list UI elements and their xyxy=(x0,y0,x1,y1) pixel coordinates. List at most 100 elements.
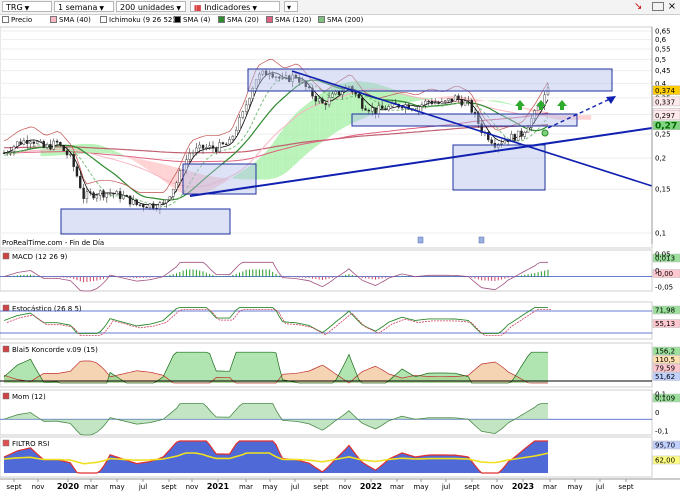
price-label: 0,27 xyxy=(652,120,680,131)
candle-body xyxy=(208,145,211,148)
panel-swatch xyxy=(2,252,10,260)
panel-label: Estocástico (26 8 5) xyxy=(2,304,82,313)
candle-body xyxy=(520,130,523,137)
panel-value-text: 51,62 xyxy=(655,373,675,381)
cloud-segment xyxy=(295,110,300,164)
panel-tick-label: 0 xyxy=(655,267,659,275)
panel-value: 156,2 xyxy=(652,346,680,356)
cloud-segment xyxy=(428,98,432,100)
candle-body xyxy=(2,152,6,154)
y-tick-label: 0,45 xyxy=(655,67,671,75)
candle-body xyxy=(244,104,248,112)
candle-body xyxy=(165,199,168,204)
candle-body xyxy=(231,135,235,140)
candle-body xyxy=(463,100,467,106)
candle-body xyxy=(138,204,142,206)
candle-body xyxy=(188,153,191,160)
panel-swatch xyxy=(2,439,10,447)
candle-body xyxy=(361,97,364,109)
price-label: 0,374 xyxy=(652,85,680,95)
cloud-segment xyxy=(581,115,585,120)
cloud-segment xyxy=(488,100,492,102)
panel-rsi: FILTRO RSI 95,70 62,00 xyxy=(0,436,680,478)
candle-body xyxy=(152,203,155,209)
candle-body xyxy=(75,166,79,177)
x-tick-label: mar xyxy=(543,483,557,491)
panel-value-text: 71,98 xyxy=(655,307,675,315)
candle-body xyxy=(89,191,92,193)
panel-swatch xyxy=(2,304,10,312)
candle-body xyxy=(225,143,228,145)
candle-body xyxy=(450,98,454,102)
cloud-segment xyxy=(286,120,290,173)
cloud-segment xyxy=(508,103,512,105)
candle-body xyxy=(440,101,444,104)
x-tick-label: 2023 xyxy=(512,482,534,491)
candle-body xyxy=(62,145,65,152)
cloud-segment xyxy=(322,90,326,142)
panel-value: 79,59 xyxy=(652,363,680,373)
cloud-segment xyxy=(146,160,150,172)
cloud-segment xyxy=(491,100,495,102)
y-tick-label: 0,25 xyxy=(655,131,671,139)
panel-tick-label: -0,1 xyxy=(655,428,669,436)
panel-swatch xyxy=(2,392,10,400)
candle-body xyxy=(158,202,162,210)
candle-body xyxy=(128,195,132,205)
panel-title: Blai5 Koncorde v.09 (15) xyxy=(12,346,98,354)
price-label: 0,337 xyxy=(652,96,680,106)
cloud-segment xyxy=(136,158,141,165)
y-tick-label: 0,65 xyxy=(655,28,671,36)
x-tick-label: 2022 xyxy=(360,482,382,491)
candle-body xyxy=(171,188,175,197)
panel-value: 62,00 xyxy=(652,455,680,465)
price-label-text: 0,337 xyxy=(655,98,675,106)
cloud-segment xyxy=(130,157,134,161)
candle-body xyxy=(118,191,122,199)
candle-body xyxy=(122,195,125,199)
x-tick-label: 2021 xyxy=(207,482,230,491)
panel-value-text: 156,2 xyxy=(655,348,675,356)
panel-label: Blai5 Koncorde v.09 (15) xyxy=(2,345,98,354)
candle-body xyxy=(178,170,182,184)
candle-body xyxy=(85,191,89,199)
candle-body xyxy=(92,192,95,199)
candle-body xyxy=(523,131,526,137)
candle-body xyxy=(35,141,39,144)
candle-body xyxy=(337,91,341,95)
support-box xyxy=(60,208,231,235)
candle-body xyxy=(6,152,9,154)
base-box xyxy=(452,144,546,191)
candle-body xyxy=(241,111,245,118)
candle-body xyxy=(42,141,46,148)
source-label: ProRealTime.com - Fin de Día xyxy=(2,239,104,247)
cloud-segment xyxy=(256,158,260,180)
candle-body xyxy=(370,107,374,112)
candle-body xyxy=(367,109,371,112)
cloud-segment xyxy=(150,161,154,174)
cloud-segment xyxy=(485,100,489,102)
candle-body xyxy=(9,151,12,153)
cloud-segment xyxy=(584,115,588,120)
candle-body xyxy=(327,96,331,106)
panel-macd: MACD (12 26 9) 0,013-0,000,050-0,05 xyxy=(0,249,680,292)
cloud-segment xyxy=(292,113,296,167)
candle-body xyxy=(59,142,62,146)
candle-body xyxy=(334,91,337,95)
cloud-segment xyxy=(269,143,273,180)
x-tick-label: may xyxy=(109,483,124,491)
cloud-segment xyxy=(498,100,502,103)
cloud-segment xyxy=(305,102,310,155)
candle-body xyxy=(443,100,447,102)
x-tick-label: jul xyxy=(290,483,299,491)
candle-body xyxy=(49,144,52,150)
candle-body xyxy=(357,93,361,99)
stoch-d-line xyxy=(6,309,551,336)
candle-body xyxy=(105,193,109,198)
panel-frame xyxy=(0,301,653,340)
cloud-segment xyxy=(478,99,482,102)
candle-body xyxy=(324,103,327,106)
note-icon xyxy=(417,236,424,244)
chart-canvas[interactable]: 0,650,60,550,50,450,40,350,30,250,20,150… xyxy=(0,0,680,496)
candle-body xyxy=(95,195,99,199)
